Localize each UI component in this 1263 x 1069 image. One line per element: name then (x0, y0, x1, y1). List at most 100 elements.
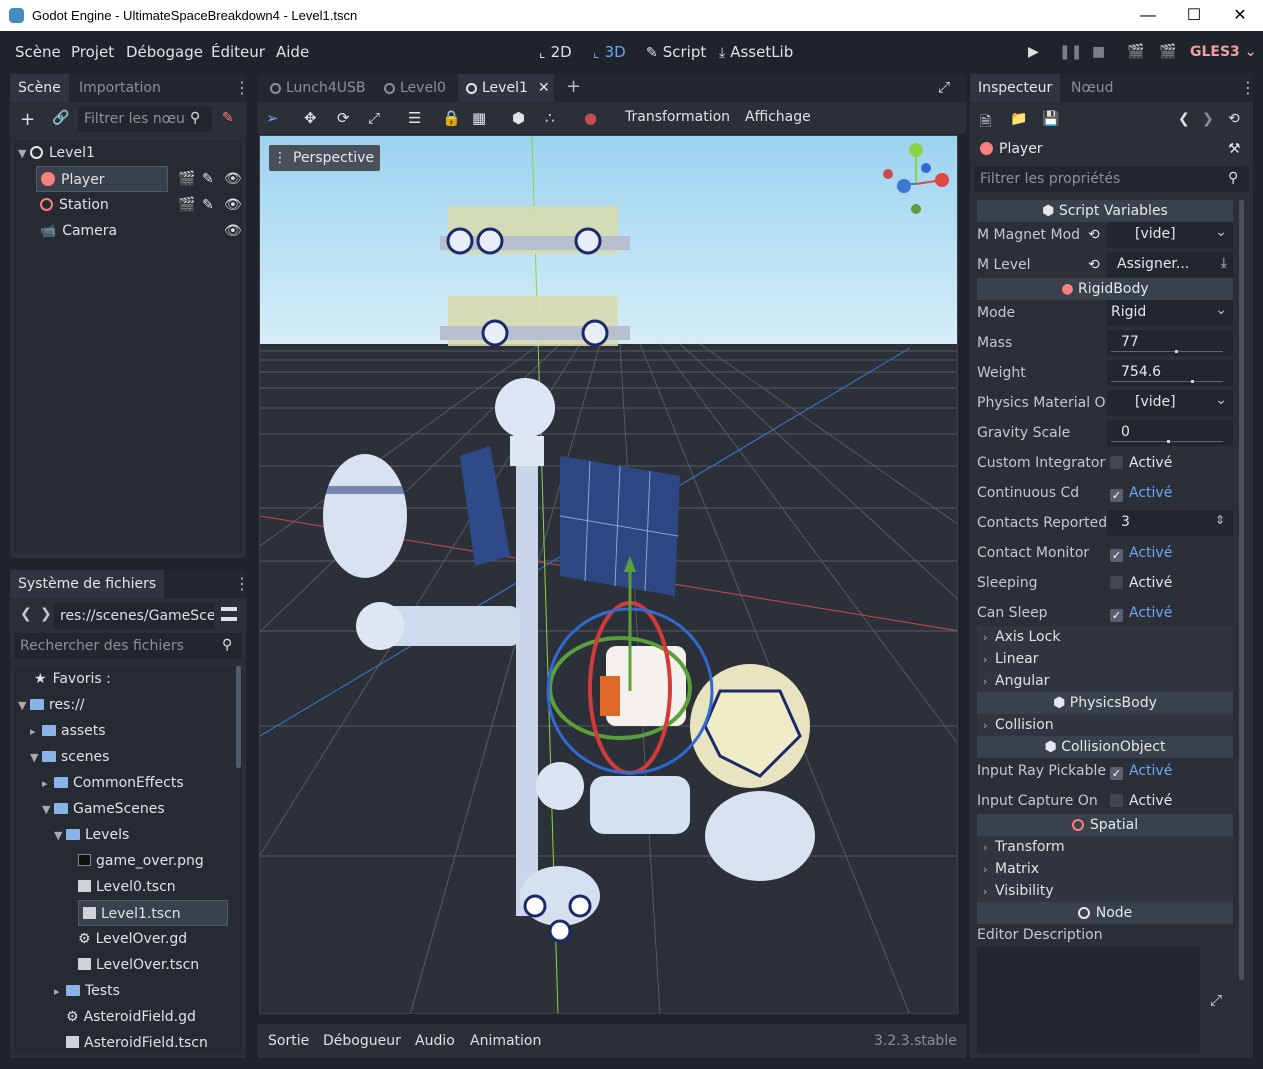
history-icon[interactable]: ⟲ (1228, 111, 1240, 127)
prop-mass-value[interactable]: 77 (1107, 330, 1233, 356)
list-view-icon[interactable] (221, 607, 237, 621)
save-icon[interactable]: 💾 (1042, 111, 1059, 127)
tab-lunch4usb[interactable]: Lunch4USB (262, 74, 374, 102)
file-level1-tscn[interactable]: Level1.tscn (78, 900, 228, 926)
mode-3d-button[interactable]: ⌞ 3D (593, 43, 626, 61)
folder-levels[interactable]: ▼ Levels (54, 822, 129, 848)
kebab-menu-icon[interactable]: ⋮ (1240, 78, 1256, 97)
history-forward-icon[interactable]: ❯ (1202, 111, 1214, 127)
menu-editor[interactable]: Éditeur (211, 43, 265, 61)
expand-icon[interactable]: ⤢ (1210, 991, 1222, 1009)
section-collisionobject[interactable]: ⬢ CollisionObject (977, 736, 1233, 758)
menu-scene[interactable]: Scène (15, 43, 61, 61)
prop-continuous-cd-checkbox[interactable]: ✓ Activé (1110, 485, 1172, 502)
menu-help[interactable]: Aide (276, 43, 309, 61)
file-search-input[interactable]: Rechercher des fichiers (14, 633, 242, 659)
3d-viewport[interactable]: ⋮ Perspective (259, 135, 958, 1014)
section-rigidbody[interactable]: ● RigidBody (977, 278, 1233, 300)
clapboard-icon[interactable]: 🎬 (178, 171, 195, 187)
script-attach-icon[interactable]: ✎ (222, 110, 234, 126)
view-menu[interactable]: Affichage (745, 109, 811, 125)
prop-input-capture-on-checkbox[interactable]: Activé (1110, 793, 1172, 809)
prop-sleeping-checkbox[interactable]: Activé (1110, 575, 1172, 591)
group-matrix[interactable]: › Matrix (983, 861, 1039, 877)
section-node[interactable]: Node (977, 902, 1233, 924)
tree-node-camera[interactable]: 📹 Camera (40, 218, 117, 244)
open-folder-icon[interactable]: 📁 (1010, 111, 1027, 127)
file-levelover-gd[interactable]: ⚙ LevelOver.gd (78, 926, 187, 952)
tab-output[interactable]: Sortie (268, 1033, 309, 1049)
mode-2d-button[interactable]: ⌞ 2D (539, 43, 572, 61)
minimize-icon[interactable]: — (1125, 0, 1171, 31)
tab-filesystem[interactable]: Système de fichiers (10, 570, 165, 598)
group-transform[interactable]: › Transform (983, 839, 1065, 855)
lock-icon[interactable]: 🔒 (442, 109, 461, 127)
pause-icon[interactable]: ❚❚ (1059, 44, 1082, 60)
group-axis-lock[interactable]: › Axis Lock (983, 629, 1060, 645)
perspective-menu[interactable]: ⋮ Perspective (269, 145, 381, 171)
close-icon[interactable]: ✕ (1217, 0, 1263, 31)
visibility-eye-icon[interactable]: 👁 (224, 197, 242, 213)
prop-can-sleep-checkbox[interactable]: ✓ Activé (1110, 605, 1172, 622)
back-arrow-icon[interactable]: ❮ (20, 606, 32, 622)
tab-debugger[interactable]: Débogueur (323, 1033, 401, 1049)
kebab-menu-icon[interactable]: ⋮ (234, 78, 250, 97)
file-asteroidfield-tscn[interactable]: AsteroidField.tscn (66, 1030, 208, 1054)
tab-audio[interactable]: Audio (415, 1033, 455, 1049)
prop-custom-integrator-checkbox[interactable]: Activé (1110, 455, 1172, 471)
revert-icon[interactable]: ⟲ (1088, 257, 1100, 273)
folder-tests[interactable]: ▸ Tests (54, 978, 120, 1004)
file-asteroidfield-gd[interactable]: ⚙ AsteroidField.gd (66, 1004, 196, 1030)
mode-assetlib-button[interactable]: ⤓ AssetLib (719, 43, 793, 61)
scrollbar[interactable] (236, 666, 241, 768)
link-icon[interactable]: 🔗 (52, 110, 69, 126)
prop-gravity-scale-value[interactable]: 0 (1107, 420, 1233, 446)
group-icon[interactable]: ▦ (472, 109, 486, 127)
orientation-gizmo[interactable] (880, 140, 955, 215)
prop-magnet-mod-value[interactable]: [vide] ⌄ (1107, 222, 1233, 248)
folder-assets[interactable]: ▸ assets (30, 718, 106, 744)
group-linear[interactable]: › Linear (983, 651, 1039, 667)
folder-commoneffects[interactable]: ▸ CommonEffects (42, 770, 184, 796)
folder-scenes[interactable]: ▼ scenes (30, 744, 109, 770)
rotate-tool-icon[interactable]: ⟳ (337, 109, 350, 127)
section-spatial[interactable]: Spatial (977, 814, 1233, 836)
inspected-object[interactable]: Player (980, 141, 1043, 157)
file-levelover-tscn[interactable]: LevelOver.tscn (78, 952, 199, 978)
tab-level0[interactable]: Level0 (376, 74, 454, 102)
group-visibility[interactable]: › Visibility (983, 883, 1054, 899)
prop-weight-value[interactable]: 754.6 (1107, 360, 1233, 386)
script-icon[interactable]: ✎ (202, 171, 214, 187)
visibility-eye-icon[interactable]: 👁 (224, 223, 242, 239)
prop-contacts-reported-value[interactable]: 3 ⇕ (1107, 510, 1233, 536)
stop-icon[interactable]: ■ (1092, 44, 1105, 60)
play-scene-icon[interactable]: 🎬 (1127, 44, 1144, 60)
property-filter-input[interactable]: Filtrer les propriétés (974, 166, 1249, 192)
list-select-icon[interactable]: ☰ (408, 109, 421, 127)
tab-node[interactable]: Nœud (1063, 74, 1122, 102)
distraction-free-icon[interactable]: ⤢ (938, 78, 950, 96)
folder-gamescenes[interactable]: ▼ GameScenes (42, 796, 165, 822)
prop-contact-monitor-checkbox[interactable]: ✓ Activé (1110, 545, 1172, 562)
group-collision[interactable]: › Collision (983, 717, 1054, 733)
visibility-eye-icon[interactable]: 👁 (224, 171, 242, 187)
tree-node-level1[interactable]: ▼ Level1 (18, 140, 95, 166)
menu-project[interactable]: Projet (71, 43, 114, 61)
script-icon[interactable]: ✎ (202, 197, 214, 213)
local-space-icon[interactable]: ⬢ (512, 109, 525, 127)
add-tab-icon[interactable]: + (566, 76, 581, 97)
tab-animation[interactable]: Animation (470, 1033, 541, 1049)
maximize-icon[interactable]: ☐ (1171, 0, 1217, 31)
prop-mode-value[interactable]: Rigid ⌄ (1107, 300, 1233, 326)
clapboard-icon[interactable]: 🎬 (178, 197, 195, 213)
play-custom-scene-icon[interactable]: 🎬 (1159, 44, 1176, 60)
move-tool-icon[interactable]: ✥ (304, 109, 317, 127)
play-icon[interactable]: ▶ (1028, 44, 1039, 60)
revert-icon[interactable]: ⟲ (1088, 227, 1100, 243)
forward-arrow-icon[interactable]: ❯ (40, 606, 52, 622)
camera-preview-icon[interactable]: ● (584, 109, 597, 127)
select-tool-icon[interactable]: ➢ (266, 109, 279, 127)
tab-scene[interactable]: Scène (10, 74, 69, 102)
mode-script-button[interactable]: ✎ Script (646, 43, 706, 61)
favorites-item[interactable]: ★ Favoris : (34, 666, 111, 692)
